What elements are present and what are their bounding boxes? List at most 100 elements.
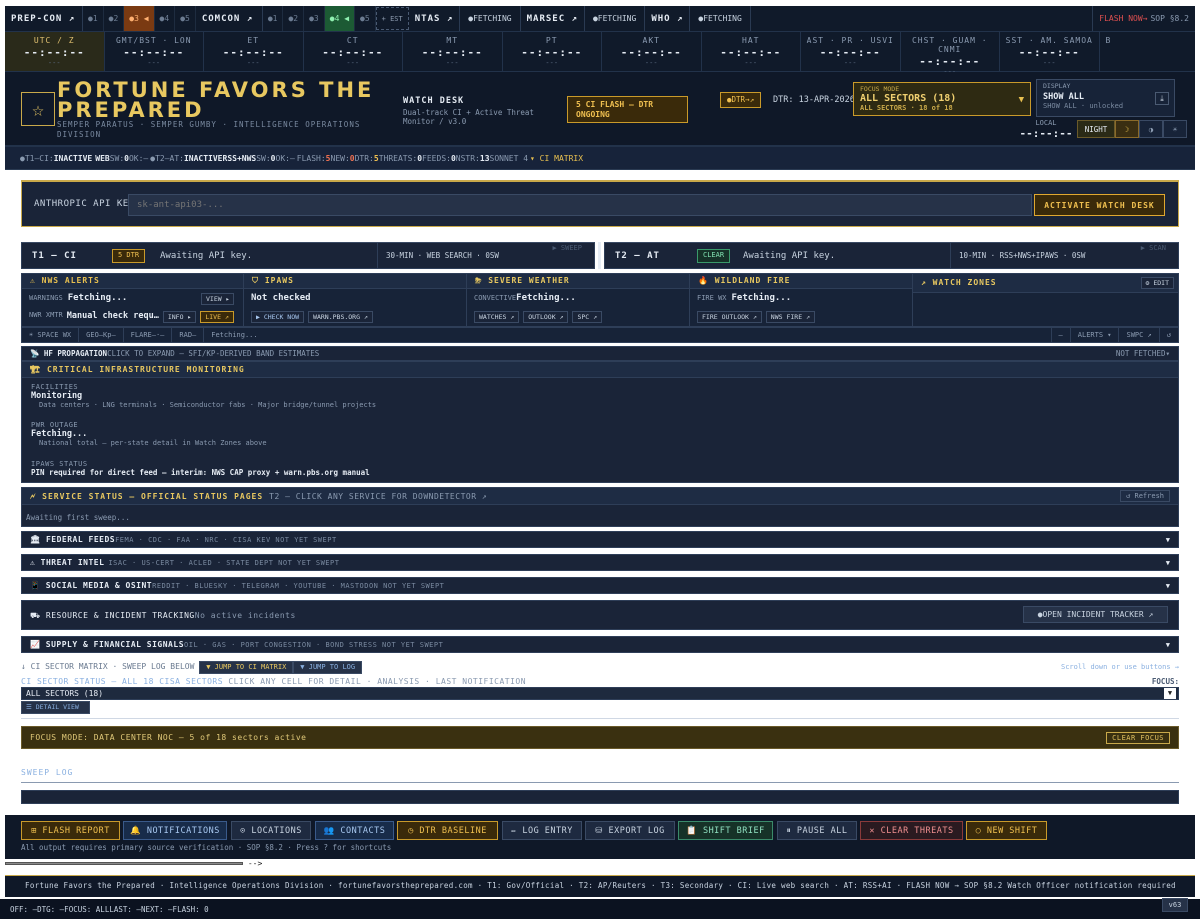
contacts-button[interactable]: 👥 CONTACTS — [315, 821, 394, 840]
supply-financial-section[interactable]: 📈 SUPPLY & FINANCIAL SIGNALS OIL · GAS · … — [21, 636, 1179, 653]
clock-hat: HAT --:--:-- --- — [702, 32, 801, 71]
watch-zones-title: ↗ WATCH ZONES — [913, 274, 1178, 293]
shift-brief-button[interactable]: 📋 SHIFT BRIEF — [678, 821, 773, 840]
new-shift-button[interactable]: ○ NEW SHIFT — [966, 821, 1047, 840]
critical-infrastructure-title: 🏗 CRITICAL INFRASTRUCTURE MONITORING — [22, 362, 1178, 378]
power-outage-label: PWR OUTAGE — [31, 421, 79, 429]
outlook-link[interactable]: OUTLOOK ↗ — [523, 311, 569, 323]
clock-label: CHST · GUAM · CNMI — [911, 36, 988, 54]
locations-button[interactable]: ⊙ LOCATIONS — [231, 821, 311, 840]
clock-label: B — [1105, 36, 1112, 45]
jump-to-log-button[interactable]: ▼ JUMP TO LOG — [293, 661, 363, 674]
chevron-down-icon: ▼ — [1165, 581, 1170, 590]
prepcon-level-3[interactable]: ●3 ◀ — [124, 6, 155, 31]
ipaws-status-value: PIN required for direct feed — interim: … — [31, 468, 370, 477]
est-button[interactable]: + EST — [375, 7, 409, 30]
scrollbar-track[interactable] — [5, 862, 243, 865]
wildland-fire-title: 🔥 WILDLAND FIRE — [690, 274, 912, 289]
space-wx-alerts-button[interactable]: ALERTS ▾ — [1071, 328, 1120, 342]
t2-label: ●T2—AT: — [150, 153, 184, 163]
dtr-baseline-button[interactable]: ◷ DTR BASELINE — [397, 821, 498, 840]
night-mode-button[interactable]: NIGHT — [1077, 120, 1115, 138]
federal-feeds-section[interactable]: 🏛 FEDERAL FEEDS FEMA · CDC · FAA · NRC · … — [21, 531, 1179, 548]
nws-fire-link[interactable]: NWS FIRE ↗ — [765, 311, 815, 323]
prepcon-level-5[interactable]: ●5 — [175, 6, 196, 31]
social-osint-section[interactable]: 📱 SOCIAL MEDIA & OSINT REDDIT · BLUESKY ·… — [21, 577, 1179, 594]
nws-view-button[interactable]: VIEW ▸ — [201, 293, 235, 305]
comcon-level-5[interactable]: ●5 — [355, 6, 376, 31]
swpc-link[interactable]: SWPC ↗ — [1119, 328, 1160, 342]
clock-label: MT — [446, 36, 459, 45]
prepcon-link[interactable]: PREP-CON ↗ — [5, 6, 83, 31]
comcon-link[interactable]: COMCON ↗ — [196, 6, 263, 31]
log-entry-button[interactable]: ✏ LOG ENTRY — [502, 821, 582, 840]
clock-time: --:--:-- — [23, 46, 85, 59]
who-link[interactable]: WHO ↗ — [645, 6, 691, 31]
half-contrast-icon[interactable]: ◑ — [1139, 120, 1163, 138]
feeds-label: FEEDS: — [422, 153, 451, 163]
flash-now-link[interactable]: FLASH NOW→ SOP §8.2 — [1092, 6, 1195, 31]
nws-live-button[interactable]: LIVE ↗ — [200, 311, 234, 323]
clear-threats-button[interactable]: ✕ CLEAR THREATS — [860, 821, 963, 840]
ipaws-check-now-button[interactable]: ▶ CHECK NOW — [251, 311, 305, 323]
supply-financial-sub: OIL · GAS · PORT CONGESTION · BOND STRES… — [184, 640, 444, 649]
refresh-icon[interactable]: ↺ — [1160, 328, 1178, 342]
stray-arrow-text: --> — [247, 859, 263, 868]
display-select[interactable]: DISPLAY SHOW ALL SHOW ALL · unlocked ⤓ — [1036, 79, 1175, 117]
api-key-bar: ANTHROPIC API KEY ACTIVATE WATCH DESK — [21, 180, 1179, 227]
ci-matrix-toggle[interactable]: ▾ CI MATRIX — [530, 154, 583, 163]
fire-outlook-link[interactable]: FIRE OUTLOOK ↗ — [697, 311, 762, 323]
focus-mode-select[interactable]: FOCUS MODE ALL SECTORS (18) ALL SECTORS … — [853, 82, 1031, 116]
nws-info-button[interactable]: INFO ▸ — [162, 311, 197, 323]
clear-focus-button[interactable]: CLEAR FOCUS — [1106, 732, 1170, 744]
prepcon-level-4[interactable]: ●4 — [155, 6, 176, 31]
clock-day: --- — [346, 59, 360, 67]
hf-propagation-bar[interactable]: 📡 HF PROPAGATION CLICK TO EXPAND — SFI/K… — [21, 346, 1179, 361]
watches-link[interactable]: WATCHES ↗ — [474, 311, 520, 323]
api-key-input[interactable] — [128, 194, 1032, 216]
prepcon-level-2[interactable]: ●2 — [104, 6, 125, 31]
watch-zones-edit-button[interactable]: ⚙ EDIT — [1140, 277, 1174, 289]
pause-all-button[interactable]: ⏸ PAUSE ALL — [777, 821, 857, 840]
comcon-level-1[interactable]: ●1 — [263, 6, 284, 31]
activate-watch-desk-button[interactable]: ACTIVATE WATCH DESK — [1034, 194, 1165, 216]
display-label: DISPLAY — [1043, 82, 1071, 90]
watch-desk-description: Dual-track CI + Active Threat Monitor / … — [403, 108, 534, 126]
facilities-description: Data centers · LNG terminals · Semicondu… — [39, 401, 377, 409]
t2-ok: OK:— — [275, 153, 295, 163]
clock-day: --- — [246, 59, 260, 67]
spc-link[interactable]: SPC ↗ — [572, 311, 603, 323]
marsec-link[interactable]: MARSEC ↗ — [521, 6, 585, 31]
service-refresh-button[interactable]: ↺ Refresh — [1120, 490, 1170, 502]
warn-pbs-link[interactable]: WARN.PBS.ORG ↗ — [308, 311, 373, 323]
track-t1-badge: 5 DTR — [112, 249, 146, 263]
sweep-button[interactable]: ▶ SWEEP — [552, 244, 582, 252]
clock-label: AKT — [642, 36, 660, 45]
power-outage-description: National total — per-state detail in Wat… — [39, 439, 267, 447]
threat-intel-section[interactable]: ⚠ THREAT INTEL ISAC · US-CERT · ACLED · S… — [21, 554, 1179, 571]
sector-focus-select[interactable]: ALL SECTORS (18) ▼ — [21, 687, 1179, 700]
clock-time: --:--:-- — [421, 46, 483, 59]
collapse-icon[interactable]: ⤓ — [1155, 92, 1169, 105]
ntas-link[interactable]: NTAS ↗ — [409, 6, 461, 31]
comcon-level-4[interactable]: ●4 ◀ — [324, 6, 356, 31]
flash-report-button[interactable]: ⊞ FLASH REPORT — [21, 821, 120, 840]
notifications-button[interactable]: 🔔 NOTIFICATIONS — [123, 821, 227, 840]
dtr-button[interactable]: ●DTR→↗ — [720, 92, 762, 108]
geo-kp-value: GEO—Kp— — [79, 328, 124, 342]
scan-button[interactable]: ▶ SCAN — [1141, 244, 1166, 252]
watch-zones-panel: ↗ WATCH ZONES ⚙ EDIT — [913, 274, 1178, 326]
prepcon-level-1[interactable]: ●1 — [83, 6, 104, 31]
comcon-level-2[interactable]: ●2 — [283, 6, 305, 31]
open-incident-tracker-button[interactable]: ●OPEN INCIDENT TRACKER ↗ — [1023, 606, 1168, 623]
sun-icon[interactable]: ☀ — [1163, 120, 1187, 138]
status-strip: ●T1—CI: INACTIVE WEB SW: 0 OK:— ●T2—AT: INACTI… — [5, 146, 1195, 170]
jump-to-ci-matrix-button[interactable]: ▼ JUMP TO CI MATRIX — [199, 661, 294, 674]
moon-icon[interactable]: ☽ — [1115, 120, 1139, 138]
resource-incident-title: ⛟ RESOURCE & INCIDENT TRACKINGNo active … — [30, 611, 296, 621]
ci-flash-badge[interactable]: 5 CI FLASH — DTR ONGOING — [567, 96, 688, 123]
export-log-button[interactable]: ⛁ EXPORT LOG — [585, 821, 675, 840]
watch-desk-info: WATCH DESK Dual-track CI + Active Threat… — [403, 96, 553, 126]
detail-view-button[interactable]: ☰ DETAIL VIEW — [21, 701, 90, 714]
comcon-level-3[interactable]: ●3 — [304, 6, 325, 31]
